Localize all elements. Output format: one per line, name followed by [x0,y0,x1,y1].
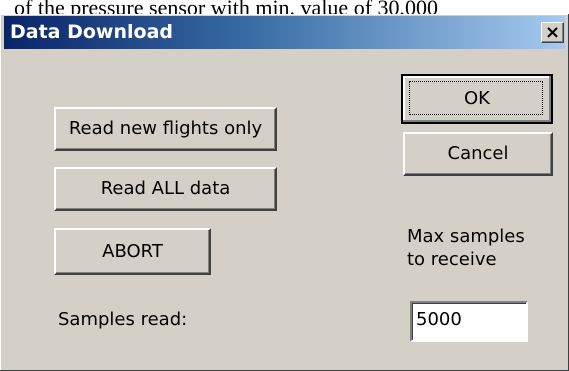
ok-button[interactable]: OK [401,74,553,124]
samples-read-label: Samples read: [58,309,188,330]
read-all-data-button[interactable]: Read ALL data [54,167,277,211]
data-download-dialog: Data Download × Read new flights only Re… [0,14,569,371]
cancel-label: Cancel [447,143,509,164]
max-samples-value: 5000 [416,309,462,330]
read-all-data-label: Read ALL data [100,178,231,199]
dialog-title: Data Download [10,21,174,43]
close-button[interactable]: × [541,22,564,43]
abort-label: ABORT [102,240,163,262]
abort-button[interactable]: ABORT [54,228,211,275]
focus-rectangle [409,81,543,115]
max-samples-label-line1: Max samples [407,226,525,247]
max-samples-label-line2: to receive [407,249,497,270]
read-new-flights-button[interactable]: Read new flights only [54,107,277,151]
read-new-flights-label: Read new flights only [68,118,263,139]
max-samples-input[interactable]: 5000 [410,301,528,342]
title-bar[interactable]: Data Download × [4,16,565,49]
close-icon: × [544,21,561,43]
cancel-button[interactable]: Cancel [403,132,553,176]
